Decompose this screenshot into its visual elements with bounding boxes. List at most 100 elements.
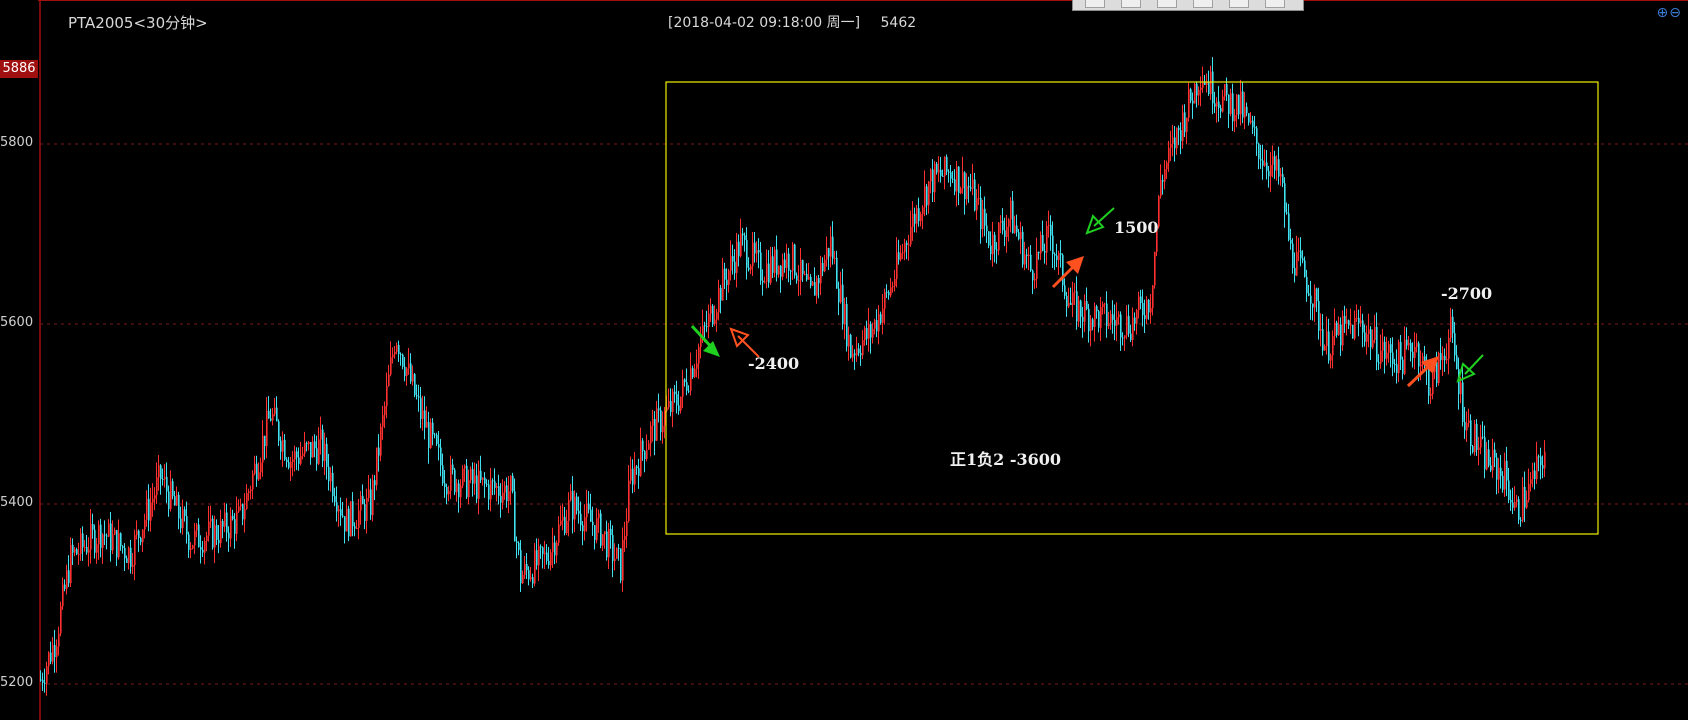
candle-body	[272, 414, 274, 421]
candle-body	[58, 633, 60, 647]
candle-body	[510, 475, 512, 492]
candle-body	[484, 477, 486, 484]
candle-body	[90, 523, 92, 550]
candle-body	[672, 391, 674, 412]
candle-body	[854, 353, 856, 356]
zoom-out-icon[interactable]: ⊖	[1669, 5, 1682, 21]
candle-body	[396, 345, 398, 352]
candle-body	[394, 351, 396, 355]
candle-body	[188, 534, 190, 550]
candle-body	[1504, 460, 1506, 490]
candle-body	[582, 525, 584, 532]
candle-body	[958, 166, 960, 194]
candle-body	[806, 274, 808, 280]
candle-body	[964, 172, 966, 200]
candle-body	[1486, 449, 1488, 470]
candle-body	[278, 421, 280, 441]
candle-body	[580, 513, 582, 526]
candle-body	[714, 319, 716, 325]
candle-body	[1198, 90, 1200, 96]
candle-body	[1510, 499, 1512, 503]
candle-body	[84, 547, 86, 549]
candle-body	[724, 268, 726, 280]
candle-body	[332, 473, 334, 497]
candle-body	[578, 510, 580, 514]
candle-body	[132, 565, 134, 567]
candle-body	[192, 545, 194, 549]
zoom-in-icon[interactable]: ⊕	[1657, 5, 1670, 21]
candle-body	[660, 410, 662, 433]
candle-body	[1252, 120, 1254, 128]
candle-body	[838, 288, 840, 303]
candle-body	[1066, 295, 1068, 307]
candle-body	[796, 275, 798, 281]
candle-body	[1340, 324, 1342, 346]
candle-body	[668, 401, 670, 408]
candle-body	[316, 448, 318, 464]
candle-body	[1372, 339, 1374, 348]
candle-body	[716, 312, 718, 320]
candle-body	[376, 447, 378, 486]
candle-body	[612, 535, 614, 562]
candle-body	[1274, 156, 1276, 171]
candle-body	[1348, 320, 1350, 326]
candle-body	[902, 252, 904, 254]
candle-body	[872, 328, 874, 338]
candle-body	[808, 276, 810, 280]
toolbar-button[interactable]	[1265, 0, 1285, 8]
candle-body	[1300, 250, 1302, 259]
candle-body	[972, 179, 974, 189]
candle-body	[1344, 316, 1346, 324]
candle-body	[632, 468, 634, 485]
candle-body	[322, 429, 324, 461]
candle-body	[638, 468, 640, 476]
candle-body	[1366, 334, 1368, 342]
candle-body	[870, 323, 872, 338]
candle-body	[512, 475, 514, 492]
candle-body	[174, 496, 176, 506]
candle-body	[1122, 337, 1124, 339]
candle-body	[826, 248, 828, 260]
candle-body	[914, 213, 916, 224]
candle-body	[1398, 342, 1400, 374]
candle-body	[646, 449, 648, 459]
candle-body	[866, 327, 868, 339]
toolbar-button[interactable]	[1229, 0, 1249, 8]
candle-body	[334, 496, 336, 503]
candle-body	[1108, 322, 1110, 327]
candle-body	[1104, 303, 1106, 305]
chart-window[interactable]: PTA2005<30分钟> [2018-04-02 09:18:00 周一] 5…	[0, 0, 1688, 720]
toolbar-button[interactable]	[1121, 0, 1141, 8]
candle-body	[66, 570, 68, 589]
candle-body	[740, 233, 742, 257]
candle-body	[986, 225, 988, 232]
candle-body	[1268, 170, 1270, 177]
candle-body	[560, 520, 562, 525]
candle-body	[1442, 355, 1444, 361]
candle-body	[828, 248, 830, 257]
candle-body	[434, 434, 436, 436]
candle-body	[252, 473, 254, 490]
candle-body	[1542, 465, 1544, 469]
candle-body	[640, 440, 642, 476]
toolbar-button[interactable]	[1157, 0, 1177, 8]
candle-body	[168, 491, 170, 510]
toolbar-button[interactable]	[1085, 0, 1105, 8]
candle-body	[884, 291, 886, 309]
candlestick-chart[interactable]	[0, 0, 1688, 720]
candle-body	[1364, 332, 1366, 342]
toolbar-button[interactable]	[1193, 0, 1213, 8]
candle-body	[650, 425, 652, 444]
candle-body	[934, 163, 936, 193]
candle-body	[1164, 169, 1166, 182]
candle-body	[634, 466, 636, 485]
candle-body	[688, 390, 690, 392]
candle-body	[980, 197, 982, 229]
candle-body	[60, 606, 62, 634]
candle-body	[88, 549, 90, 553]
candle-body	[898, 252, 900, 260]
candle-body	[1024, 254, 1026, 265]
candle-body	[330, 473, 332, 482]
candle-body	[1028, 254, 1030, 256]
candle-body	[1282, 173, 1284, 184]
